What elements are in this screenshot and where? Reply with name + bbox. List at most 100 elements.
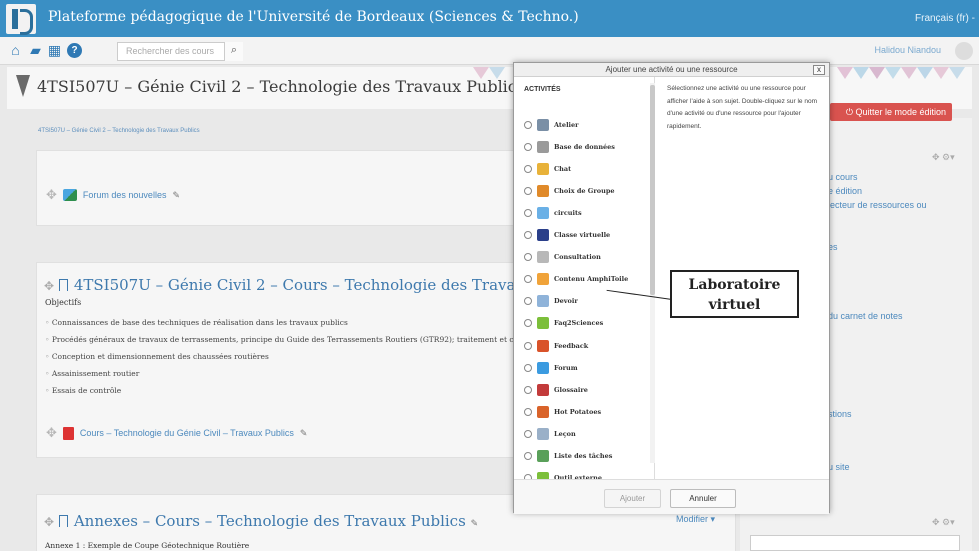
list-item: Connaissances de base des techniques de … (45, 314, 514, 331)
avatar[interactable] (955, 42, 973, 60)
university-logo[interactable] (6, 4, 36, 35)
scrollbar-thumb[interactable] (650, 85, 655, 295)
radio-button[interactable] (524, 429, 532, 438)
radio-button[interactable] (524, 451, 532, 460)
activity-item[interactable]: Consultation (524, 246, 601, 268)
activity-label: Liste des tâches (554, 451, 613, 460)
radio-button[interactable] (524, 231, 532, 240)
activity-label: Choix de Groupe (554, 187, 615, 196)
move-icon[interactable]: ✥ (46, 425, 57, 441)
activity-item[interactable]: Chat (524, 158, 571, 180)
right-link[interactable]: u cours (828, 172, 858, 182)
callout-line2: virtuel (708, 297, 761, 313)
radio-button[interactable] (524, 165, 532, 174)
annex-title-text[interactable]: Annexes – Cours – Technologie des Travau… (74, 512, 466, 530)
activity-item[interactable]: Liste des tâches (524, 445, 612, 467)
radio-button[interactable] (524, 187, 532, 196)
activity-item[interactable]: Feedback (524, 335, 588, 357)
breadcrumb[interactable]: 4TSI507U – Génie Civil 2 – Technologie d… (38, 128, 200, 134)
radio-button[interactable] (524, 275, 532, 284)
activity-item[interactable]: Choix de Groupe (524, 180, 615, 202)
task-list-icon (537, 449, 549, 462)
activity-label: Glossaire (554, 385, 588, 394)
user-name[interactable]: Halidou Niandou (874, 45, 941, 55)
language-selector[interactable]: Français (fr) - (915, 13, 975, 24)
activity-item[interactable]: Forum (524, 357, 578, 379)
block-actions-icon[interactable]: ✥ ⚙▾ (932, 517, 955, 528)
move-icon[interactable]: ✥ (46, 187, 57, 203)
activity-item[interactable]: Glossaire (524, 379, 588, 401)
database-icon (537, 141, 549, 154)
right-link[interactable]: lecteur de ressources ou (828, 200, 927, 210)
radio-button[interactable] (524, 385, 532, 394)
activity-item[interactable]: Contenu AmphiToile (524, 268, 628, 290)
activity-label: Contenu AmphiToile (554, 275, 629, 284)
quit-edit-button[interactable]: ⏻ Quitter le mode édition (830, 103, 952, 121)
activity-item[interactable]: Devoir (524, 290, 578, 312)
right-link[interactable]: u site (828, 462, 850, 472)
home-icon[interactable]: ⌂ (8, 43, 23, 58)
workshop-icon (537, 119, 549, 131)
close-icon[interactable]: x (813, 65, 825, 75)
course-link[interactable]: Cours – Technologie du Génie Civil – Tra… (80, 428, 294, 438)
add-button[interactable]: Ajouter (604, 489, 661, 508)
activity-label: Classe virtuelle (554, 231, 611, 240)
activity-label: Consultation (554, 253, 601, 262)
book-icon[interactable]: ▰ (28, 43, 43, 58)
radio-button[interactable] (524, 253, 532, 262)
activity-item[interactable]: Classe virtuelle (524, 224, 610, 246)
bookmark-icon[interactable] (58, 279, 68, 291)
right-link[interactable]: e édition (828, 186, 862, 196)
annex-item: Annexe 1 : Exemple de Coupe Géotechnique… (45, 541, 250, 550)
callout-line1: Laboratoire (688, 277, 781, 293)
radio-button[interactable] (524, 143, 532, 152)
dialog-header: Ajouter une activité ou une ressource x (514, 63, 829, 77)
modifier-label[interactable]: Modifier (676, 514, 708, 524)
header-decoration (473, 67, 489, 79)
activity-label: circuits (554, 209, 582, 218)
edit-icon[interactable]: ✎ (172, 190, 180, 201)
list-item: Procédés généraux de travaux de terrasse… (45, 331, 514, 348)
list-item: Conception et dimensionnement des chauss… (45, 348, 514, 365)
activity-item[interactable]: Atelier (524, 114, 579, 136)
header-decoration (885, 67, 901, 79)
radio-button[interactable] (524, 209, 532, 218)
block-actions-icon[interactable]: ✥ ⚙▾ (932, 152, 955, 163)
edit-icon[interactable]: ✎ (300, 428, 308, 439)
activity-list[interactable]: ACTIVITÉS Atelier Base de données Chat Choi… (514, 77, 655, 479)
circuits-icon (537, 207, 549, 220)
hot-potatoes-icon (537, 405, 549, 418)
glossary-icon (537, 383, 549, 396)
radio-button[interactable] (524, 297, 532, 306)
move-icon[interactable]: ✥ (44, 515, 54, 529)
right-link[interactable]: du carnet de notes (828, 311, 903, 321)
radio-button[interactable] (524, 319, 532, 328)
move-icon[interactable]: ✥ (44, 279, 54, 293)
bookmark-icon[interactable] (58, 515, 68, 527)
feedback-icon (537, 339, 549, 352)
help-icon[interactable]: ? (67, 43, 82, 58)
forum-link[interactable]: Forum des nouvelles (83, 190, 167, 200)
radio-button[interactable] (524, 341, 532, 350)
activity-item[interactable]: Outil externe (524, 467, 602, 479)
activity-item[interactable]: Hot Potatoes (524, 401, 601, 423)
cancel-button[interactable]: Annuler (670, 489, 736, 508)
activity-item[interactable]: Base de données (524, 136, 615, 158)
modifier-menu[interactable]: Modifier ▾ (676, 514, 715, 525)
activity-item[interactable]: Leçon (524, 423, 576, 445)
header-decoration (869, 67, 885, 79)
radio-button[interactable] (524, 363, 532, 372)
objectives-label: Objectifs (45, 298, 82, 307)
radio-button[interactable] (524, 407, 532, 416)
edit-icon[interactable]: ✎ (471, 519, 479, 529)
header-decoration (901, 67, 917, 79)
forum-icon (537, 361, 549, 374)
forum-row: ✥ Forum des nouvelles ✎ (46, 187, 180, 203)
activity-item[interactable]: circuits (524, 202, 582, 224)
search-icon[interactable]: ⌕ (224, 42, 243, 61)
calendar-icon[interactable]: ▦ (47, 43, 62, 58)
site-title[interactable]: Plateforme pédagogique de l'Université d… (48, 9, 579, 25)
right-link[interactable]: stions (828, 409, 852, 419)
activity-item[interactable]: Faq2Sciences (524, 312, 603, 334)
radio-button[interactable] (524, 121, 532, 129)
